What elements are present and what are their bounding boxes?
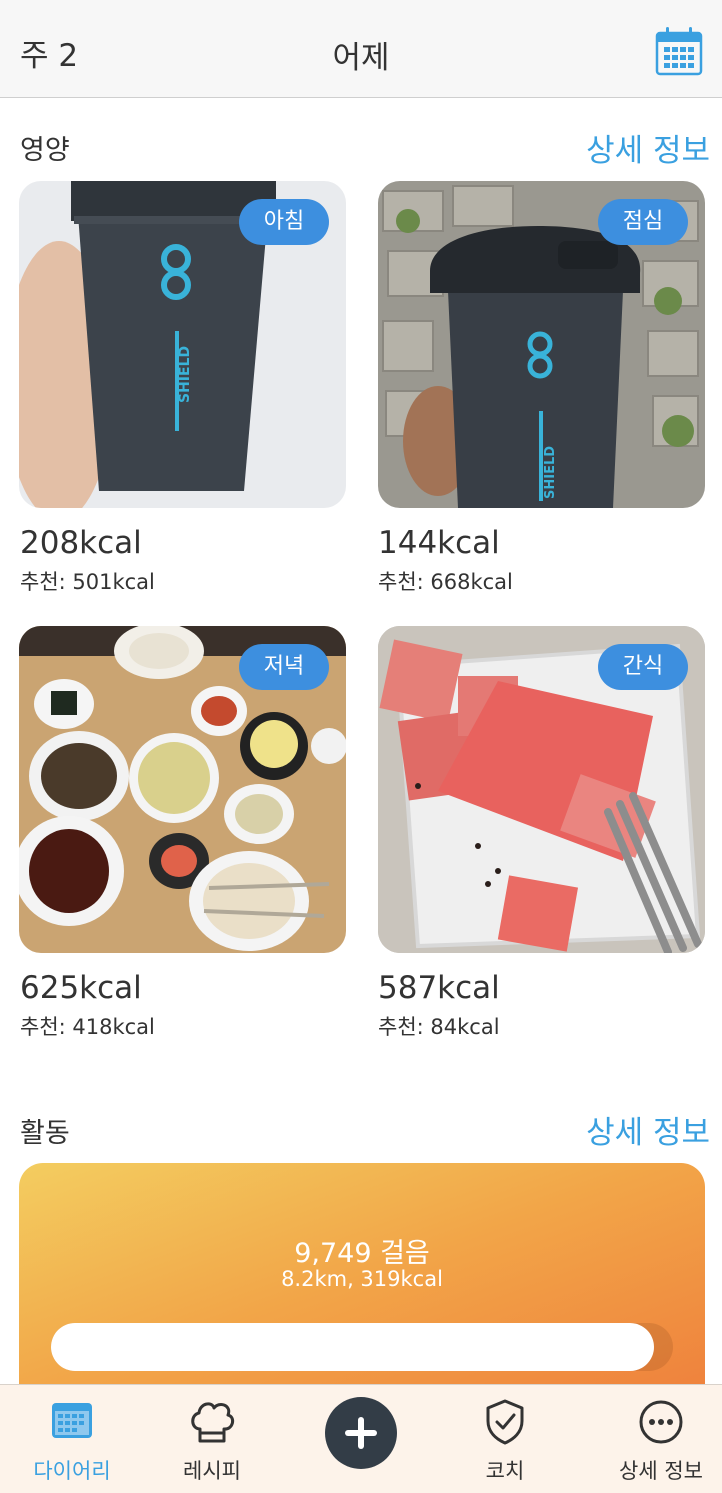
tab-recipe[interactable]: 레시피: [140, 1385, 284, 1493]
tab-more[interactable]: 상세 정보: [589, 1385, 722, 1493]
steps-progress-track: [51, 1323, 673, 1371]
snack-kcal: 587kcal: [378, 970, 500, 1006]
snack-recommended: 추천: 84kcal: [378, 1015, 500, 1039]
activity-title: 활동: [20, 1118, 70, 1149]
breakfast-kcal: 208kcal: [20, 525, 142, 561]
meal-card-dinner[interactable]: 저녁: [19, 626, 346, 953]
meal-badge: 아침: [239, 199, 329, 245]
diary-calendar-icon: [52, 1403, 92, 1438]
lunch-kcal: 144kcal: [378, 525, 500, 561]
svg-text:SHIELD: SHIELD: [543, 446, 558, 499]
chef-hat-icon: [191, 1402, 235, 1443]
nutrition-title: 영양: [20, 135, 70, 166]
meal-badge: 저녁: [239, 644, 329, 690]
steps-count: 9,749 걸음: [294, 1238, 430, 1269]
tab-diary[interactable]: 다이어리: [0, 1385, 144, 1493]
meal-card-lunch[interactable]: SHIELD 점심: [378, 181, 705, 508]
tab-label: 레시피: [183, 1459, 241, 1483]
dinner-recommended: 추천: 418kcal: [20, 1015, 155, 1039]
plus-icon: [345, 1417, 377, 1449]
more-dots-icon: [639, 1400, 683, 1444]
meal-badge: 간식: [598, 644, 688, 690]
top-bar: 주 2 어제: [0, 0, 722, 98]
dinner-kcal: 625kcal: [20, 970, 142, 1006]
meal-card-breakfast[interactable]: SHIELD 아침: [19, 181, 346, 508]
nutrition-more-link[interactable]: 상세 정보: [586, 125, 710, 170]
steps-progress-fill: [51, 1323, 655, 1371]
shield-check-icon: [486, 1399, 524, 1445]
breakfast-recommended: 추천: 501kcal: [20, 570, 155, 594]
page-title: 어제: [332, 40, 390, 76]
activity-summary: 8.2km, 319kcal: [281, 1267, 443, 1291]
svg-text:SHIELD: SHIELD: [177, 346, 193, 403]
add-entry-button[interactable]: [325, 1397, 397, 1469]
meal-badge: 점심: [598, 199, 688, 245]
tab-label: 코치: [485, 1459, 525, 1483]
calendar-icon[interactable]: [655, 26, 703, 76]
meal-card-snack[interactable]: 간식: [378, 626, 705, 953]
activity-more-link[interactable]: 상세 정보: [586, 1107, 710, 1152]
tab-coach[interactable]: 코치: [433, 1385, 577, 1493]
tab-label: 다이어리: [33, 1459, 111, 1483]
tab-label: 상세 정보: [619, 1459, 703, 1483]
lunch-recommended: 추천: 668kcal: [378, 570, 513, 594]
